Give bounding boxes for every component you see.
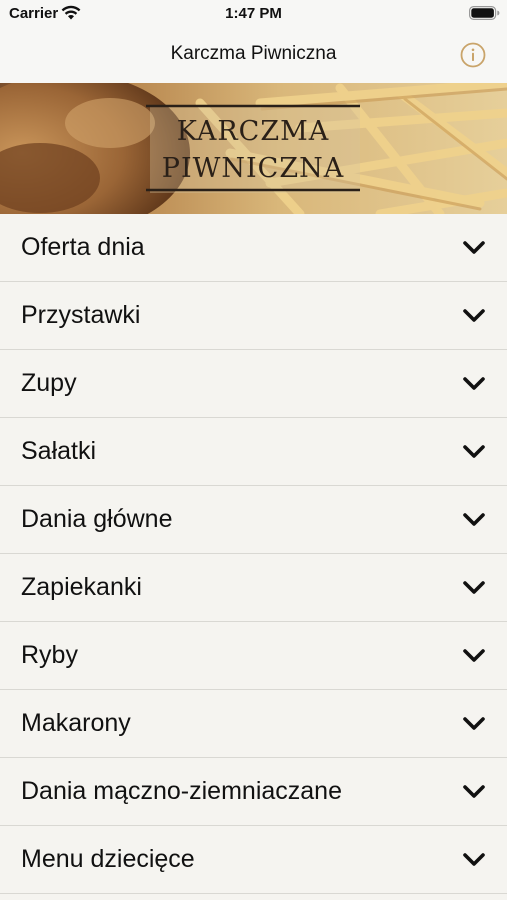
navigation-bar: Karczma Piwniczna [0, 26, 507, 83]
menu-category-label: Oferta dnia [21, 233, 145, 261]
page-title: Karczma Piwniczna [170, 43, 337, 64]
chevron-down-icon [463, 445, 485, 458]
battery-icon [469, 6, 500, 20]
chevron-down-icon [463, 785, 485, 798]
menu-category-item[interactable]: Ryby [0, 622, 507, 690]
banner-photo: KARCZMA PIWNICZNA [0, 83, 507, 214]
chevron-down-icon [463, 853, 485, 866]
chevron-down-icon [463, 717, 485, 730]
header-banner-image: KARCZMA PIWNICZNA [0, 83, 507, 214]
menu-category-item[interactable]: Dania główne [0, 486, 507, 554]
info-icon[interactable] [460, 42, 486, 68]
menu-category-label: Makarony [21, 709, 131, 737]
menu-category-label: Przystawki [21, 301, 141, 329]
menu-category-item[interactable]: Zapiekanki [0, 554, 507, 622]
menu-category-item[interactable]: Makarony [0, 690, 507, 758]
menu-category-label: Ryby [21, 641, 78, 669]
menu-category-list: Oferta dnia Przystawki Zupy Sałatki Dania gł… [0, 214, 507, 894]
chevron-down-icon [463, 581, 485, 594]
menu-category-label: Menu dziecięce [21, 845, 195, 873]
menu-category-item[interactable]: Sałatki [0, 418, 507, 486]
chevron-down-icon [463, 649, 485, 662]
menu-category-item[interactable]: Zupy [0, 350, 507, 418]
menu-category-label: Zupy [21, 369, 77, 397]
menu-category-label: Dania mączno-ziemniaczane [21, 777, 342, 805]
menu-category-item[interactable]: Oferta dnia [0, 214, 507, 282]
chevron-down-icon [463, 241, 485, 254]
chevron-down-icon [463, 513, 485, 526]
status-bar: Carrier 1:47 PM [0, 0, 507, 26]
chevron-down-icon [463, 309, 485, 322]
menu-category-label: Dania główne [21, 505, 173, 533]
menu-category-item[interactable]: Menu dziecięce [0, 826, 507, 894]
banner-logo-line-1: KARCZMA [177, 116, 329, 147]
menu-category-label: Zapiekanki [21, 573, 142, 601]
banner-logo-line-2: PIWNICZNA [162, 153, 344, 184]
chevron-down-icon [463, 377, 485, 390]
menu-category-item[interactable]: Dania mączno-ziemniaczane [0, 758, 507, 826]
menu-category-item[interactable]: Przystawki [0, 282, 507, 350]
status-time: 1:47 PM [225, 5, 282, 22]
menu-category-label: Sałatki [21, 437, 97, 465]
